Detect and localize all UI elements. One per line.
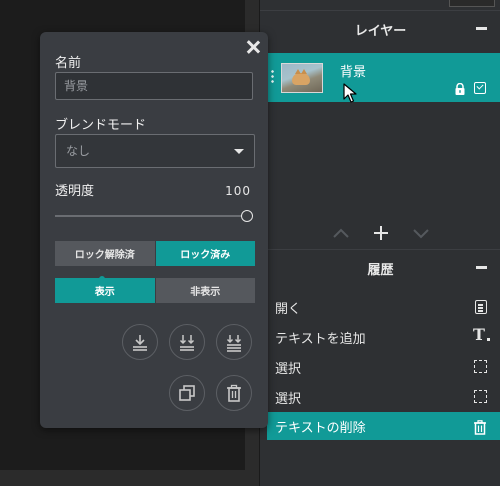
history-item-label: 開く xyxy=(275,301,302,317)
duplicate-button[interactable] xyxy=(169,375,205,411)
name-field[interactable]: 背景 xyxy=(55,72,253,100)
history-item[interactable]: 選択 xyxy=(267,382,500,412)
unlocked-button[interactable]: ロック解除済 xyxy=(55,241,156,266)
layer-item-background[interactable]: 背景 xyxy=(267,53,500,102)
collapse-icon[interactable] xyxy=(476,27,487,30)
merge-visible-icon xyxy=(179,335,195,351)
opacity-value: 100 xyxy=(225,184,251,198)
visibility-toggle: 表示 非表示 xyxy=(55,278,255,303)
history-item-label: テキストの削除 xyxy=(275,420,366,436)
selection-icon xyxy=(474,360,487,373)
history-item-label: テキストを追加 xyxy=(275,331,366,347)
visibility-checkbox-icon[interactable] xyxy=(474,82,486,94)
lock-toggle: ロック解除済 ロック済み xyxy=(55,241,255,266)
hide-button[interactable]: 非表示 xyxy=(155,278,255,303)
top-field-stub xyxy=(449,0,495,7)
duplicate-icon xyxy=(179,385,195,401)
layer-controls xyxy=(260,222,500,246)
opacity-slider-thumb[interactable] xyxy=(241,210,253,222)
history-item[interactable]: 選択 xyxy=(267,352,500,382)
layer-name: 背景 xyxy=(340,65,367,80)
history-item-label: 選択 xyxy=(275,391,302,407)
bottom-strip xyxy=(0,470,259,486)
trash-icon xyxy=(227,384,241,402)
blend-mode-value: なし xyxy=(66,144,91,158)
merge-all-button[interactable] xyxy=(216,324,252,360)
history-item-active[interactable]: テキストの削除 xyxy=(267,412,500,440)
document-icon xyxy=(475,300,487,314)
layers-panel-header[interactable]: レイヤー xyxy=(260,10,500,47)
locked-button[interactable]: ロック済み xyxy=(155,241,255,266)
close-icon[interactable] xyxy=(246,40,260,54)
chevron-down-icon xyxy=(234,149,244,154)
history-item-label: 選択 xyxy=(275,361,302,377)
history-item[interactable]: 開く xyxy=(267,292,500,322)
name-label: 名前 xyxy=(55,56,82,71)
move-up-icon[interactable] xyxy=(330,222,352,244)
collapse-icon[interactable] xyxy=(476,266,487,269)
trash-icon xyxy=(473,420,487,435)
text-tool-icon: T xyxy=(473,327,490,343)
mouse-cursor-icon xyxy=(343,83,357,103)
merge-all-icon xyxy=(226,335,242,352)
drag-handle-icon[interactable] xyxy=(271,69,274,85)
layers-panel-title: レイヤー xyxy=(354,23,407,39)
history-item[interactable]: テキストを追加 T xyxy=(267,322,500,352)
history-list: 開く テキストを追加 T 選択 選択 テキストの削除 xyxy=(267,292,500,440)
history-panel-title: 履歴 xyxy=(367,262,394,278)
opacity-slider-track[interactable] xyxy=(55,215,243,217)
layer-properties-popup: 名前 背景 ブレンドモード なし 透明度 100 ロック解除済 ロック済み 表示… xyxy=(40,32,268,428)
delete-layer-button[interactable] xyxy=(216,375,252,411)
right-panel: レイヤー 背景 履歴 開く テキストを追加 T 選択 選択 テキストの削除 xyxy=(259,0,500,486)
merge-visible-button[interactable] xyxy=(169,324,205,360)
history-panel-header[interactable]: 履歴 xyxy=(260,249,500,286)
merge-down-icon xyxy=(133,335,147,351)
blend-mode-select[interactable]: なし xyxy=(55,134,255,168)
show-button[interactable]: 表示 xyxy=(55,278,156,303)
opacity-label: 透明度 xyxy=(55,184,95,199)
layer-thumbnail xyxy=(281,63,323,93)
blend-mode-label: ブレンドモード xyxy=(55,118,147,133)
lock-icon[interactable] xyxy=(454,83,466,95)
merge-down-button[interactable] xyxy=(122,324,158,360)
move-down-icon[interactable] xyxy=(410,222,432,244)
add-layer-icon[interactable] xyxy=(370,222,392,244)
selection-icon xyxy=(474,390,487,403)
